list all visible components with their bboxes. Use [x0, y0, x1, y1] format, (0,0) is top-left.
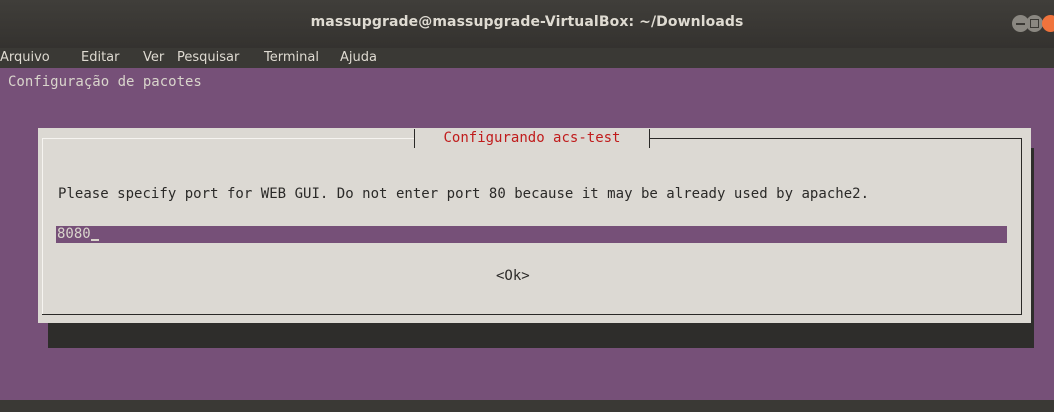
port-input[interactable]: 8080 [56, 226, 1007, 243]
terminal-bottom-bar [0, 400, 1054, 412]
port-input-value: 8080 [57, 226, 91, 242]
menu-item-editar[interactable]: Editar [81, 49, 120, 67]
window-title: massupgrade@massupgrade-VirtualBox: ~/Do… [310, 14, 744, 30]
title-bar[interactable]: massupgrade@massupgrade-VirtualBox: ~/Do… [0, 0, 1054, 48]
dialog-border-left [42, 138, 43, 314]
menu-item-pesquisar[interactable]: Pesquisar [177, 49, 239, 67]
terminal-header: Configuração de pacotes [8, 74, 202, 90]
dialog-border-right [1021, 138, 1022, 314]
dialog-title: Configurando acs-test [443, 130, 621, 146]
terminal-area[interactable]: Configuração de pacotes Configurando acs… [0, 68, 1054, 412]
menu-item-ajuda[interactable]: Ajuda [340, 49, 377, 67]
terminal-window: massupgrade@massupgrade-VirtualBox: ~/Do… [0, 0, 1054, 412]
ok-button[interactable]: <Ok> [496, 268, 530, 284]
dialog-border-bottom [42, 314, 1022, 315]
menu-item-terminal[interactable]: Terminal [264, 49, 319, 67]
dialog-border-top-right [650, 138, 1022, 139]
menu-bar: Arquivo Editar Ver Pesquisar Terminal Aj… [0, 48, 1054, 68]
menu-item-ver[interactable]: Ver [143, 49, 164, 67]
maximize-icon[interactable] [1026, 15, 1043, 32]
close-icon[interactable] [1042, 15, 1054, 32]
dialog-prompt: Please specify port for WEB GUI. Do not … [58, 186, 870, 202]
dialog-border-top-left [42, 138, 414, 139]
menu-item-arquivo[interactable]: Arquivo [0, 49, 50, 67]
window-controls [1012, 15, 1054, 35]
text-cursor [90, 239, 99, 241]
config-dialog: Configurando acs-test Please specify por… [38, 128, 1031, 323]
